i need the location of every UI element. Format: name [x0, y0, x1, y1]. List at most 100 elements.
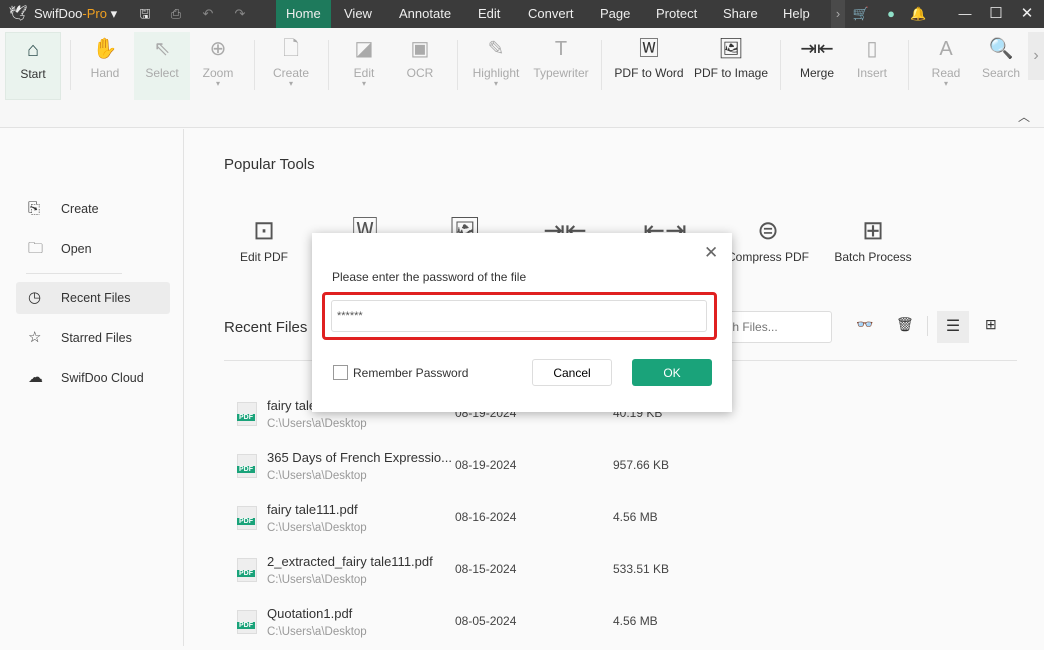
chevron-down-icon: ▾ — [288, 79, 293, 88]
ocr-icon: ▣ — [410, 38, 430, 60]
edit-icon: ◪ — [354, 38, 374, 60]
tab-home[interactable]: Home — [276, 0, 331, 28]
divider — [328, 40, 329, 90]
cart-icon[interactable]: 🛒 — [852, 0, 870, 28]
tab-edit[interactable]: Edit — [468, 0, 510, 28]
file-size: 4.56 MB — [613, 510, 658, 524]
app-name[interactable]: SwifDoo-Pro ▾ — [34, 0, 117, 28]
app-edition: -Pro — [82, 6, 107, 21]
sidebar-item-swifdoo-cloud[interactable]: ☁ SwifDoo Cloud — [16, 362, 170, 394]
label: Create — [61, 202, 99, 216]
sidebar-item-create[interactable]: ⎘ Create — [16, 193, 170, 225]
file-date: 08-16-2024 — [455, 510, 517, 524]
tool-edit-pdf[interactable]: ⊡ Edit PDF — [219, 210, 309, 264]
sidebar-item-open[interactable]: 🗀 Open — [16, 233, 170, 265]
maximize-icon[interactable]: ☐ — [981, 0, 1011, 28]
ocr-button[interactable]: ▣ OCR — [392, 32, 448, 100]
label: Start — [20, 67, 46, 81]
grid-view-icon[interactable]: ⊞ — [985, 316, 997, 333]
tool-compress-pdf[interactable]: ⊜ Compress PDF — [723, 210, 813, 264]
label: Read — [931, 66, 961, 80]
close-window-icon[interactable]: ✕ — [1012, 0, 1042, 28]
collapse-ribbon-icon[interactable]: ︿ — [1018, 108, 1030, 125]
tool-batch-process[interactable]: ⊞ Batch Process — [828, 210, 918, 264]
app-name-text: SwifDoo — [34, 6, 83, 21]
tab-page[interactable]: Page — [590, 0, 640, 28]
remember-password-label[interactable]: Remember Password — [353, 366, 468, 380]
chevron-down-icon: ▾ — [943, 79, 948, 88]
edit-button[interactable]: ◪ Edit ▾ — [336, 32, 392, 100]
divider — [927, 316, 928, 336]
bell-icon[interactable]: 🔔 — [910, 0, 926, 28]
print-icon[interactable]: ⎙ — [168, 0, 184, 28]
read-button[interactable]: A Read ▾ — [918, 32, 974, 100]
hand-button[interactable]: ✋ Hand — [77, 32, 133, 100]
sidebar: ⎘ Create 🗀 Open ◷ Recent Files ☆ Starred Fil… — [0, 129, 184, 646]
pdf-file-icon: PDF — [237, 610, 257, 634]
list-item[interactable]: PDF Quotation1.pdf C:\Users\a\Desktop 08-05… — [237, 606, 717, 650]
pdf-to-image-button[interactable]: 🖼 PDF to Image — [692, 32, 770, 100]
label: SwifDoo Cloud — [61, 371, 144, 385]
trash-icon[interactable]: 🗑 — [896, 316, 914, 333]
recent-files-title: Recent Files — [224, 319, 308, 336]
label: Edit PDF — [239, 250, 288, 264]
user-avatar-icon[interactable]: ● — [881, 0, 901, 28]
label: Hand — [90, 66, 120, 80]
list-view-icon[interactable]: ☰ — [937, 311, 969, 343]
tab-view[interactable]: View — [334, 0, 382, 28]
zoom-button[interactable]: ⊕ Zoom ▾ — [190, 32, 246, 100]
tab-convert[interactable]: Convert — [518, 0, 584, 28]
pdf-file-icon: PDF — [237, 558, 257, 582]
merge-button[interactable]: ⇥⇤ Merge — [789, 32, 845, 100]
label: Merge — [799, 66, 834, 80]
chevron-down-icon: ▾ — [493, 79, 498, 88]
tab-protect[interactable]: Protect — [646, 0, 707, 28]
typewriter-button[interactable]: T Typewriter — [530, 32, 592, 100]
list-item[interactable]: PDF 2_extracted_fairy tale111.pdf C:\Users… — [237, 554, 717, 598]
select-button[interactable]: ⇖ Select — [134, 32, 190, 100]
tab-share[interactable]: Share — [713, 0, 768, 28]
password-dialog: ✕ Please enter the password of the file … — [312, 233, 732, 412]
sidebar-item-starred-files[interactable]: ☆ Starred Files — [16, 322, 170, 354]
pdf-file-icon: PDF — [237, 402, 257, 426]
sidebar-item-recent-files[interactable]: ◷ Recent Files — [16, 282, 170, 314]
file-path: C:\Users\a\Desktop — [267, 522, 367, 534]
start-button[interactable]: ⌂ Start — [5, 32, 61, 100]
label: PDF to Word — [614, 66, 684, 80]
remember-password-checkbox[interactable] — [333, 365, 348, 380]
edit-pdf-icon: ⊡ — [253, 215, 275, 245]
insert-icon: ▯ — [866, 38, 878, 60]
tab-annotate[interactable]: Annotate — [389, 0, 461, 28]
file-size: 4.56 MB — [613, 614, 658, 628]
label: Select — [145, 66, 179, 80]
pdf-to-word-button[interactable]: 🅆 PDF to Word — [612, 32, 686, 100]
label: Highlight — [472, 66, 520, 80]
cancel-button[interactable]: Cancel — [532, 359, 612, 386]
swifdoo-logo-icon: 🕊 — [8, 5, 28, 22]
divider — [601, 40, 602, 90]
menu-scroll-right-icon[interactable]: › — [831, 0, 845, 28]
list-item[interactable]: PDF 365 Days of French Expressio... C:\Use… — [237, 450, 717, 494]
redo-icon[interactable]: ↷ — [232, 0, 248, 28]
highlight-button[interactable]: ✎ Highlight ▾ — [466, 32, 526, 100]
create-button[interactable]: 🗋 Create ▾ — [263, 32, 319, 100]
tab-help[interactable]: Help — [773, 0, 820, 28]
label: Zoom — [202, 66, 234, 80]
close-dialog-icon[interactable]: ✕ — [704, 243, 718, 263]
ok-button[interactable]: OK — [632, 359, 712, 386]
divider — [254, 40, 255, 90]
minimize-icon[interactable]: — — [950, 0, 980, 28]
glasses-icon[interactable]: 👓 — [856, 316, 873, 333]
list-item[interactable]: PDF fairy tale111.pdf C:\Users\a\Desktop 08… — [237, 502, 717, 546]
search-button[interactable]: 🔍 Search — [973, 32, 1029, 100]
ribbon-scroll-right-icon[interactable]: › — [1028, 32, 1044, 80]
file-path: C:\Users\a\Desktop — [267, 574, 367, 586]
pdf-file-icon: PDF — [237, 454, 257, 478]
password-input[interactable] — [331, 300, 707, 332]
pdf-to-word-icon: 🅆 — [639, 38, 659, 60]
undo-icon[interactable]: ↶ — [200, 0, 216, 28]
save-icon[interactable]: 🖫 — [137, 0, 153, 28]
insert-button[interactable]: ▯ Insert — [844, 32, 900, 100]
home-icon: ⌂ — [26, 39, 40, 61]
hand-icon: ✋ — [92, 38, 118, 60]
